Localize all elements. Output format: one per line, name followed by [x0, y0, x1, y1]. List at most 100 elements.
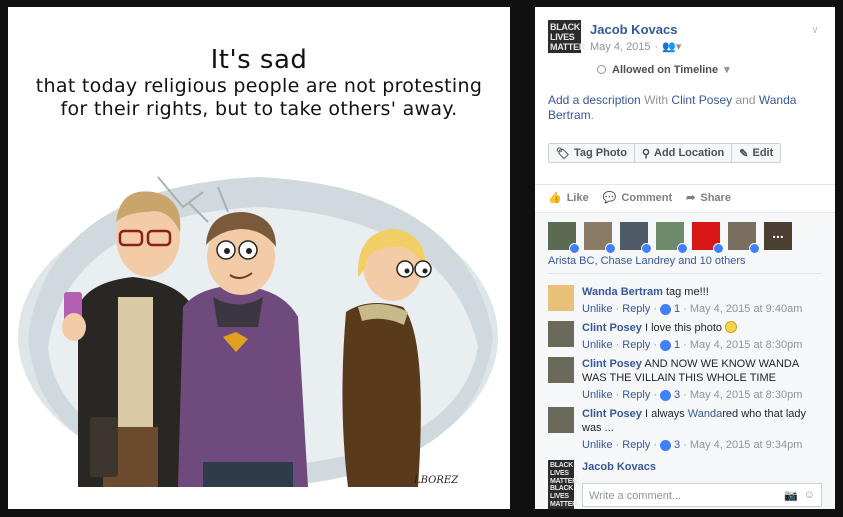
comment-text: tag me!!!	[665, 286, 709, 298]
reply-link[interactable]: Reply	[622, 338, 650, 352]
comment-time[interactable]: May 4, 2015 at 8:30pm	[690, 388, 803, 402]
reply-link[interactable]: Reply	[622, 438, 650, 452]
comment-mention[interactable]: Wanda	[688, 408, 722, 420]
pencil-icon: ✎	[739, 147, 749, 160]
comment-avatar[interactable]	[548, 285, 574, 311]
tag-photo-button[interactable]: 🏷 Tag Photo	[549, 144, 635, 162]
like-action[interactable]: 👍 Like	[548, 191, 589, 205]
comment-time[interactable]: May 4, 2015 at 9:40am	[690, 302, 803, 316]
caret-down-icon: ▾	[724, 64, 730, 76]
like-count[interactable]: 1	[674, 338, 680, 352]
more-likers-button[interactable]: ...	[764, 222, 792, 250]
comment-label: Comment	[621, 191, 673, 204]
comment-author[interactable]: Wanda Bertram	[582, 286, 663, 298]
author-name-link[interactable]: Jacob Kovacs	[590, 22, 677, 37]
liker-avatar[interactable]	[548, 222, 580, 254]
edit-label: Edit	[752, 147, 774, 159]
speech-bubble-icon: 💬	[602, 192, 617, 204]
write-comment-input[interactable]: Write a comment... 📷 ☺	[582, 483, 822, 507]
likers-row: ...	[548, 222, 792, 254]
tag-icon: 🏷	[556, 147, 570, 160]
reply-link[interactable]: Reply	[622, 388, 650, 402]
edit-button[interactable]: ✎ Edit	[732, 144, 780, 162]
liker-avatar[interactable]	[692, 222, 724, 254]
camera-icon[interactable]: 📷	[784, 489, 798, 502]
like-badge-icon	[660, 339, 672, 351]
photo-viewer[interactable]: It's sad that today religious people are…	[8, 7, 510, 509]
write-comment-placeholder: Write a comment...	[589, 490, 682, 502]
comment-time[interactable]: May 4, 2015 at 8:30pm	[690, 338, 803, 352]
unlike-link[interactable]: Unlike	[582, 338, 613, 352]
comment-meta: Unlike · Reply · 1 · May 4, 2015 at 9:40am	[582, 302, 803, 316]
share-arrow-icon: ➦	[686, 192, 696, 204]
comment-author[interactable]: Clint Posey	[582, 322, 642, 334]
avatar-text-1: BLACK	[550, 22, 580, 32]
tagged-person-1[interactable]: Clint Posey	[671, 93, 732, 107]
like-badge-icon	[569, 243, 580, 254]
comment-time[interactable]: May 4, 2015 at 9:34pm	[690, 438, 803, 452]
liker-avatar[interactable]	[728, 222, 760, 254]
author-avatar[interactable]: BLACK LIVES MATTER	[548, 20, 585, 53]
comment-avatar[interactable]	[548, 321, 574, 347]
divider	[548, 273, 822, 274]
avatar-text-2: LIVES	[550, 470, 569, 477]
like-badge-icon	[749, 243, 760, 254]
circle-icon	[597, 65, 606, 74]
unlike-link[interactable]: Unlike	[582, 438, 613, 452]
avatar-text-3: MATTER	[550, 501, 577, 508]
avatar-text-2: LIVES	[550, 32, 575, 42]
period: .	[590, 108, 595, 122]
avatar-text-1: BLACK	[550, 485, 573, 492]
comment-author[interactable]: Clint Posey	[582, 408, 642, 420]
post-date[interactable]: May 4, 2015	[590, 41, 651, 53]
liker-avatar[interactable]	[656, 222, 688, 254]
post-header: BLACK LIVES MATTER Jacob Kovacs May 4, 2…	[535, 7, 835, 204]
like-count[interactable]: 3	[674, 438, 680, 452]
like-badge-icon	[677, 243, 688, 254]
like-count[interactable]: 1	[674, 302, 680, 316]
reply-link[interactable]: Reply	[622, 302, 650, 316]
comment-body: Clint Posey AND NOW WE KNOW WANDA WAS TH…	[582, 357, 822, 402]
liker-avatar[interactable]	[584, 222, 616, 254]
add-location-label: Add Location	[654, 147, 725, 159]
like-count[interactable]: 3	[674, 388, 680, 402]
avatar-text-2: LIVES	[550, 493, 569, 500]
post-description: Add a description With Clint Posey and W…	[548, 93, 818, 123]
comment-author[interactable]: Clint Posey	[582, 358, 642, 370]
like-badge-icon	[641, 243, 652, 254]
comment-avatar[interactable]	[548, 407, 574, 433]
photo-caption: It's sad that today religious people are…	[8, 45, 510, 121]
divider	[535, 184, 835, 185]
unlike-link[interactable]: Unlike	[582, 388, 613, 402]
comment-action[interactable]: 💬 Comment	[602, 191, 673, 205]
comment-tools: 📷 ☺	[784, 489, 815, 502]
post-meta: May 4, 2015 · 👥▾	[590, 40, 682, 54]
thumbs-up-icon: 👍	[548, 192, 562, 204]
add-description-link[interactable]: Add a description	[548, 93, 641, 107]
timeline-label: Allowed on Timeline	[612, 63, 719, 76]
reply-author-name[interactable]: Jacob Kovacs	[582, 461, 656, 473]
caption-line-1: that today religious people are not prot…	[35, 75, 483, 97]
tag-photo-label: Tag Photo	[573, 147, 627, 159]
post-panel: BLACK LIVES MATTER Jacob Kovacs May 4, 2…	[535, 7, 835, 509]
liked-by-link[interactable]: Arista BC, Chase Landrey and 10 others	[548, 255, 746, 267]
post-options-chevron-icon[interactable]: ∨	[811, 23, 819, 36]
friends-icon[interactable]: 👥▾	[662, 40, 681, 53]
timeline-visibility[interactable]: Allowed on Timeline ▾	[597, 63, 730, 76]
comment-body: Clint Posey I always Wandared who that l…	[582, 407, 822, 452]
avatar-text-1: BLACK	[550, 462, 573, 469]
add-location-button[interactable]: ⚲ Add Location	[635, 144, 733, 162]
comment-body: Wanda Bertram tag me!!! Unlike · Reply · 1…	[582, 285, 822, 316]
unlike-link[interactable]: Unlike	[582, 302, 613, 316]
share-action[interactable]: ➦ Share	[686, 191, 731, 205]
emoji-icon[interactable]: ☺	[804, 489, 815, 502]
comments-feed: ... Arista BC, Chase Landrey and 10 othe…	[535, 212, 835, 509]
like-badge-icon	[660, 303, 672, 315]
like-badge-icon	[713, 243, 724, 254]
comment-body: Clint Posey I love this photo Unlike · Re…	[582, 321, 822, 352]
liker-avatar[interactable]	[620, 222, 652, 254]
comment-avatar[interactable]	[548, 357, 574, 383]
like-label: Like	[566, 191, 589, 204]
comment-meta: Unlike · Reply · 3 · May 4, 2015 at 9:34pm	[582, 438, 803, 452]
like-badge-icon	[660, 389, 672, 401]
